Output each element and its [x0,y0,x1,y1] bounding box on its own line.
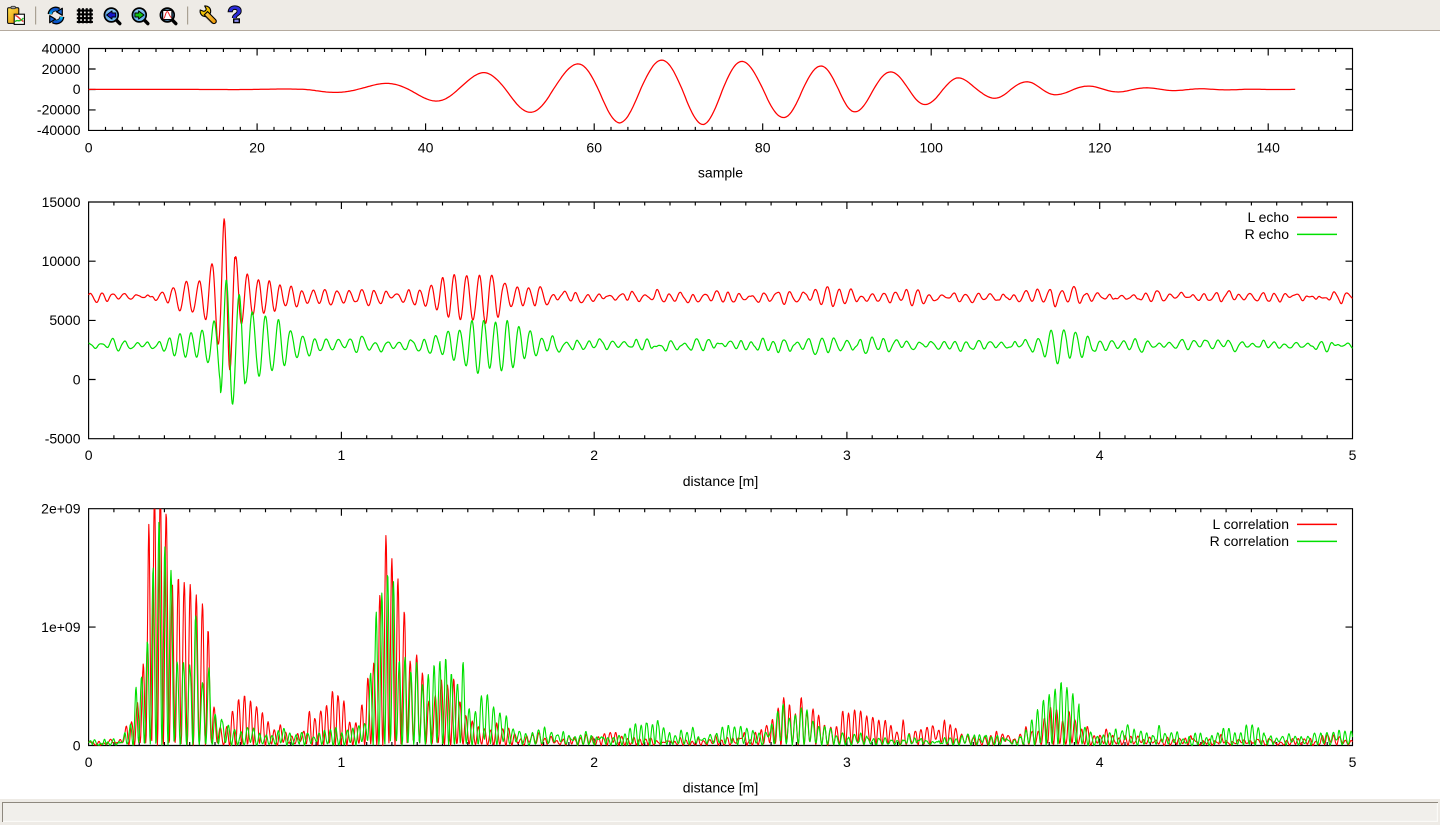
svg-text:0: 0 [73,81,81,97]
svg-text:2e+09: 2e+09 [41,501,81,517]
svg-text:0: 0 [85,447,93,463]
svg-text:5: 5 [1349,754,1357,770]
svg-text:-20000: -20000 [37,102,81,118]
svg-text:0: 0 [73,371,81,387]
svg-text:4: 4 [1096,754,1104,770]
svg-text:5: 5 [1349,447,1357,463]
svg-text:1: 1 [338,447,346,463]
svg-text:2: 2 [590,754,598,770]
svg-text:4: 4 [1096,447,1104,463]
svg-text:2: 2 [590,447,598,463]
svg-text:sample: sample [698,165,743,181]
svg-text:0: 0 [85,754,93,770]
svg-text:L echo: L echo [1247,209,1289,225]
svg-text:distance [m]: distance [m] [683,473,758,489]
svg-text:80: 80 [755,140,771,156]
svg-text:R echo: R echo [1245,226,1290,242]
svg-text:-5000: -5000 [45,431,81,447]
svg-text:0: 0 [85,140,93,156]
svg-text:L correlation: L correlation [1212,516,1289,532]
svg-text:140: 140 [1257,140,1281,156]
svg-text:40000: 40000 [42,40,81,56]
svg-text:distance [m]: distance [m] [683,780,758,796]
svg-text:0: 0 [73,737,81,753]
svg-text:100: 100 [920,140,944,156]
svg-text:15000: 15000 [42,194,81,210]
svg-text:-40000: -40000 [37,122,81,138]
svg-text:3: 3 [843,447,851,463]
svg-text:3: 3 [843,754,851,770]
svg-text:60: 60 [586,140,602,156]
svg-text:1: 1 [338,754,346,770]
svg-text:20000: 20000 [42,61,81,77]
svg-text:10000: 10000 [42,253,81,269]
svg-text:120: 120 [1088,140,1112,156]
svg-text:20: 20 [249,140,265,156]
svg-text:40: 40 [418,140,434,156]
svg-text:R correlation: R correlation [1210,533,1289,549]
svg-text:1e+09: 1e+09 [41,619,81,635]
svg-text:5000: 5000 [49,312,80,328]
